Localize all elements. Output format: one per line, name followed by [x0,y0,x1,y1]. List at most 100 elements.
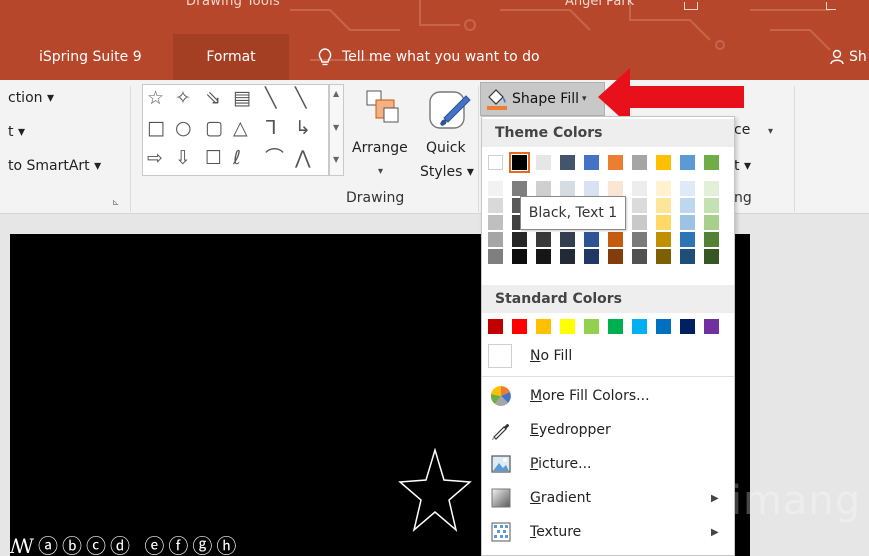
down-arrow-shape-icon[interactable]: ⇩ [175,149,191,168]
ribbon-display-options-icon[interactable] [684,2,698,10]
arrow-shape-icon[interactable]: ⇘ [205,89,221,108]
theme-shade-swatch[interactable] [680,249,695,264]
dialog-launcher-icon[interactable]: ⊾ [112,198,120,208]
theme-shade-swatch[interactable] [536,232,551,247]
theme-shade-swatch[interactable] [680,215,695,230]
scroll-down-icon[interactable]: ▼ [333,123,339,132]
star-shape-icon[interactable]: ☆ [147,89,164,108]
theme-shade-swatch[interactable] [608,249,623,264]
ribbon-item-effects[interactable]: t ▾ [734,158,751,174]
standard-color-swatch[interactable] [488,319,503,334]
theme-shade-swatch[interactable] [704,232,719,247]
standard-color-swatch[interactable] [536,319,551,334]
theme-shade-swatch[interactable] [488,181,503,196]
theme-color-swatch[interactable] [680,155,695,170]
theme-shade-swatch[interactable] [536,181,551,196]
standard-color-swatch[interactable] [584,319,599,334]
theme-shade-swatch[interactable] [656,181,671,196]
theme-shade-swatch[interactable] [704,198,719,213]
theme-color-swatch[interactable] [488,155,503,170]
theme-shade-swatch[interactable] [608,232,623,247]
theme-shade-swatch[interactable] [512,232,527,247]
theme-shade-swatch[interactable] [632,198,647,213]
gallery-scroll[interactable]: ▲ ▼ ▼ [329,84,344,176]
theme-shade-swatch[interactable] [632,181,647,196]
standard-color-swatch[interactable] [680,319,695,334]
theme-shade-swatch[interactable] [584,249,599,264]
standard-color-swatch[interactable] [512,319,527,334]
ribbon-item-action[interactable]: ction ▾ [8,90,54,106]
theme-color-swatch[interactable] [632,155,647,170]
arrange-icon[interactable] [364,88,400,128]
line-shape-icon[interactable]: ╲ [265,89,276,108]
textbox-shape-icon[interactable]: ▤ [233,89,251,108]
theme-shade-swatch[interactable] [632,232,647,247]
theme-shade-swatch[interactable] [584,181,599,196]
tab-format[interactable]: Format [173,34,289,80]
quick-styles-icon[interactable] [426,88,474,134]
restore-icon[interactable] [826,2,836,10]
theme-color-swatch[interactable] [536,155,551,170]
gallery-more-icon[interactable]: ▼ [333,155,339,164]
theme-shade-swatch[interactable] [680,198,695,213]
rectangle-shape-icon[interactable]: □ [147,119,165,138]
quick-styles-label-1[interactable]: Quick [426,140,466,156]
no-fill-item[interactable]: No Fill [482,339,734,373]
theme-shade-swatch[interactable] [704,181,719,196]
theme-shade-swatch[interactable] [704,249,719,264]
right-arrow-shape-icon[interactable]: ⇨ [147,149,163,168]
star4-shape-icon[interactable]: ✧ [175,89,191,108]
curve-shape-icon[interactable]: ⋀ [295,149,311,168]
standard-color-swatch[interactable] [608,319,623,334]
share-button[interactable]: Sh [830,34,867,80]
arc-shape-icon[interactable]: ⌒ [265,149,284,168]
arrange-label[interactable]: Arrange [352,140,408,156]
theme-shade-swatch[interactable] [608,181,623,196]
theme-color-swatch[interactable] [584,155,599,170]
standard-color-swatch[interactable] [560,319,575,334]
scroll-up-icon[interactable]: ▲ [333,89,339,98]
standard-color-swatch[interactable] [656,319,671,334]
star-shape[interactable] [398,448,472,534]
eyedropper-item[interactable]: Eyedropper [482,413,734,447]
theme-shade-swatch[interactable] [656,198,671,213]
standard-color-swatch[interactable] [632,319,647,334]
theme-shade-swatch[interactable] [584,232,599,247]
theme-color-swatch[interactable] [608,155,623,170]
elbow-arrow-shape-icon[interactable]: ↳ [295,119,311,138]
theme-shade-swatch[interactable] [656,215,671,230]
shape-fill-button[interactable]: Shape Fill ▾ [480,82,605,116]
theme-shade-swatch[interactable] [632,249,647,264]
theme-shade-swatch[interactable] [488,198,503,213]
freeform-shape-icon[interactable]: ℓ [233,149,241,168]
theme-color-swatch[interactable] [656,155,671,170]
theme-shade-swatch[interactable] [656,249,671,264]
ribbon-item-text[interactable]: t ▾ [8,124,25,140]
shapes-gallery[interactable]: ☆ ✧ ⇘ ▤ ╲ ╲ □ ○ ▢ △ ᒣ ↳ ⇨ ⇩ ☐ ℓ ⌒ ⋀ [142,84,329,176]
theme-shade-swatch[interactable] [560,249,575,264]
callout-shape-icon[interactable]: ☐ [205,149,222,168]
theme-shade-swatch[interactable] [704,215,719,230]
theme-shade-swatch[interactable] [488,232,503,247]
theme-color-swatch[interactable] [560,155,575,170]
theme-color-swatch[interactable] [704,155,719,170]
ribbon-item-convert-smartart[interactable]: to SmartArt ▾ [8,158,101,174]
theme-shade-swatch[interactable] [632,215,647,230]
standard-color-swatch[interactable] [704,319,719,334]
arrange-caret-icon[interactable]: ▾ [378,166,383,177]
theme-shade-swatch[interactable] [536,249,551,264]
theme-shade-swatch[interactable] [488,215,503,230]
tell-me-search[interactable]: Tell me what you want to do [318,34,540,80]
theme-shade-swatch[interactable] [512,181,527,196]
chevron-down-icon[interactable]: ▾ [768,126,773,137]
picture-item[interactable]: Picture... [482,447,734,481]
user-name[interactable]: Angel Park [565,0,634,9]
line-arrow-shape-icon[interactable]: ╲ [295,89,306,108]
gradient-item[interactable]: Gradient ▶ [482,481,734,515]
texture-item[interactable]: Texture ▶ [482,515,734,549]
triangle-shape-icon[interactable]: △ [233,119,248,138]
quick-styles-label-2[interactable]: Styles ▾ [420,164,474,180]
theme-shade-swatch[interactable] [488,249,503,264]
more-fill-colors-item[interactable]: More Fill Colors... [482,379,734,413]
elbow-shape-icon[interactable]: ᒣ [265,119,277,138]
